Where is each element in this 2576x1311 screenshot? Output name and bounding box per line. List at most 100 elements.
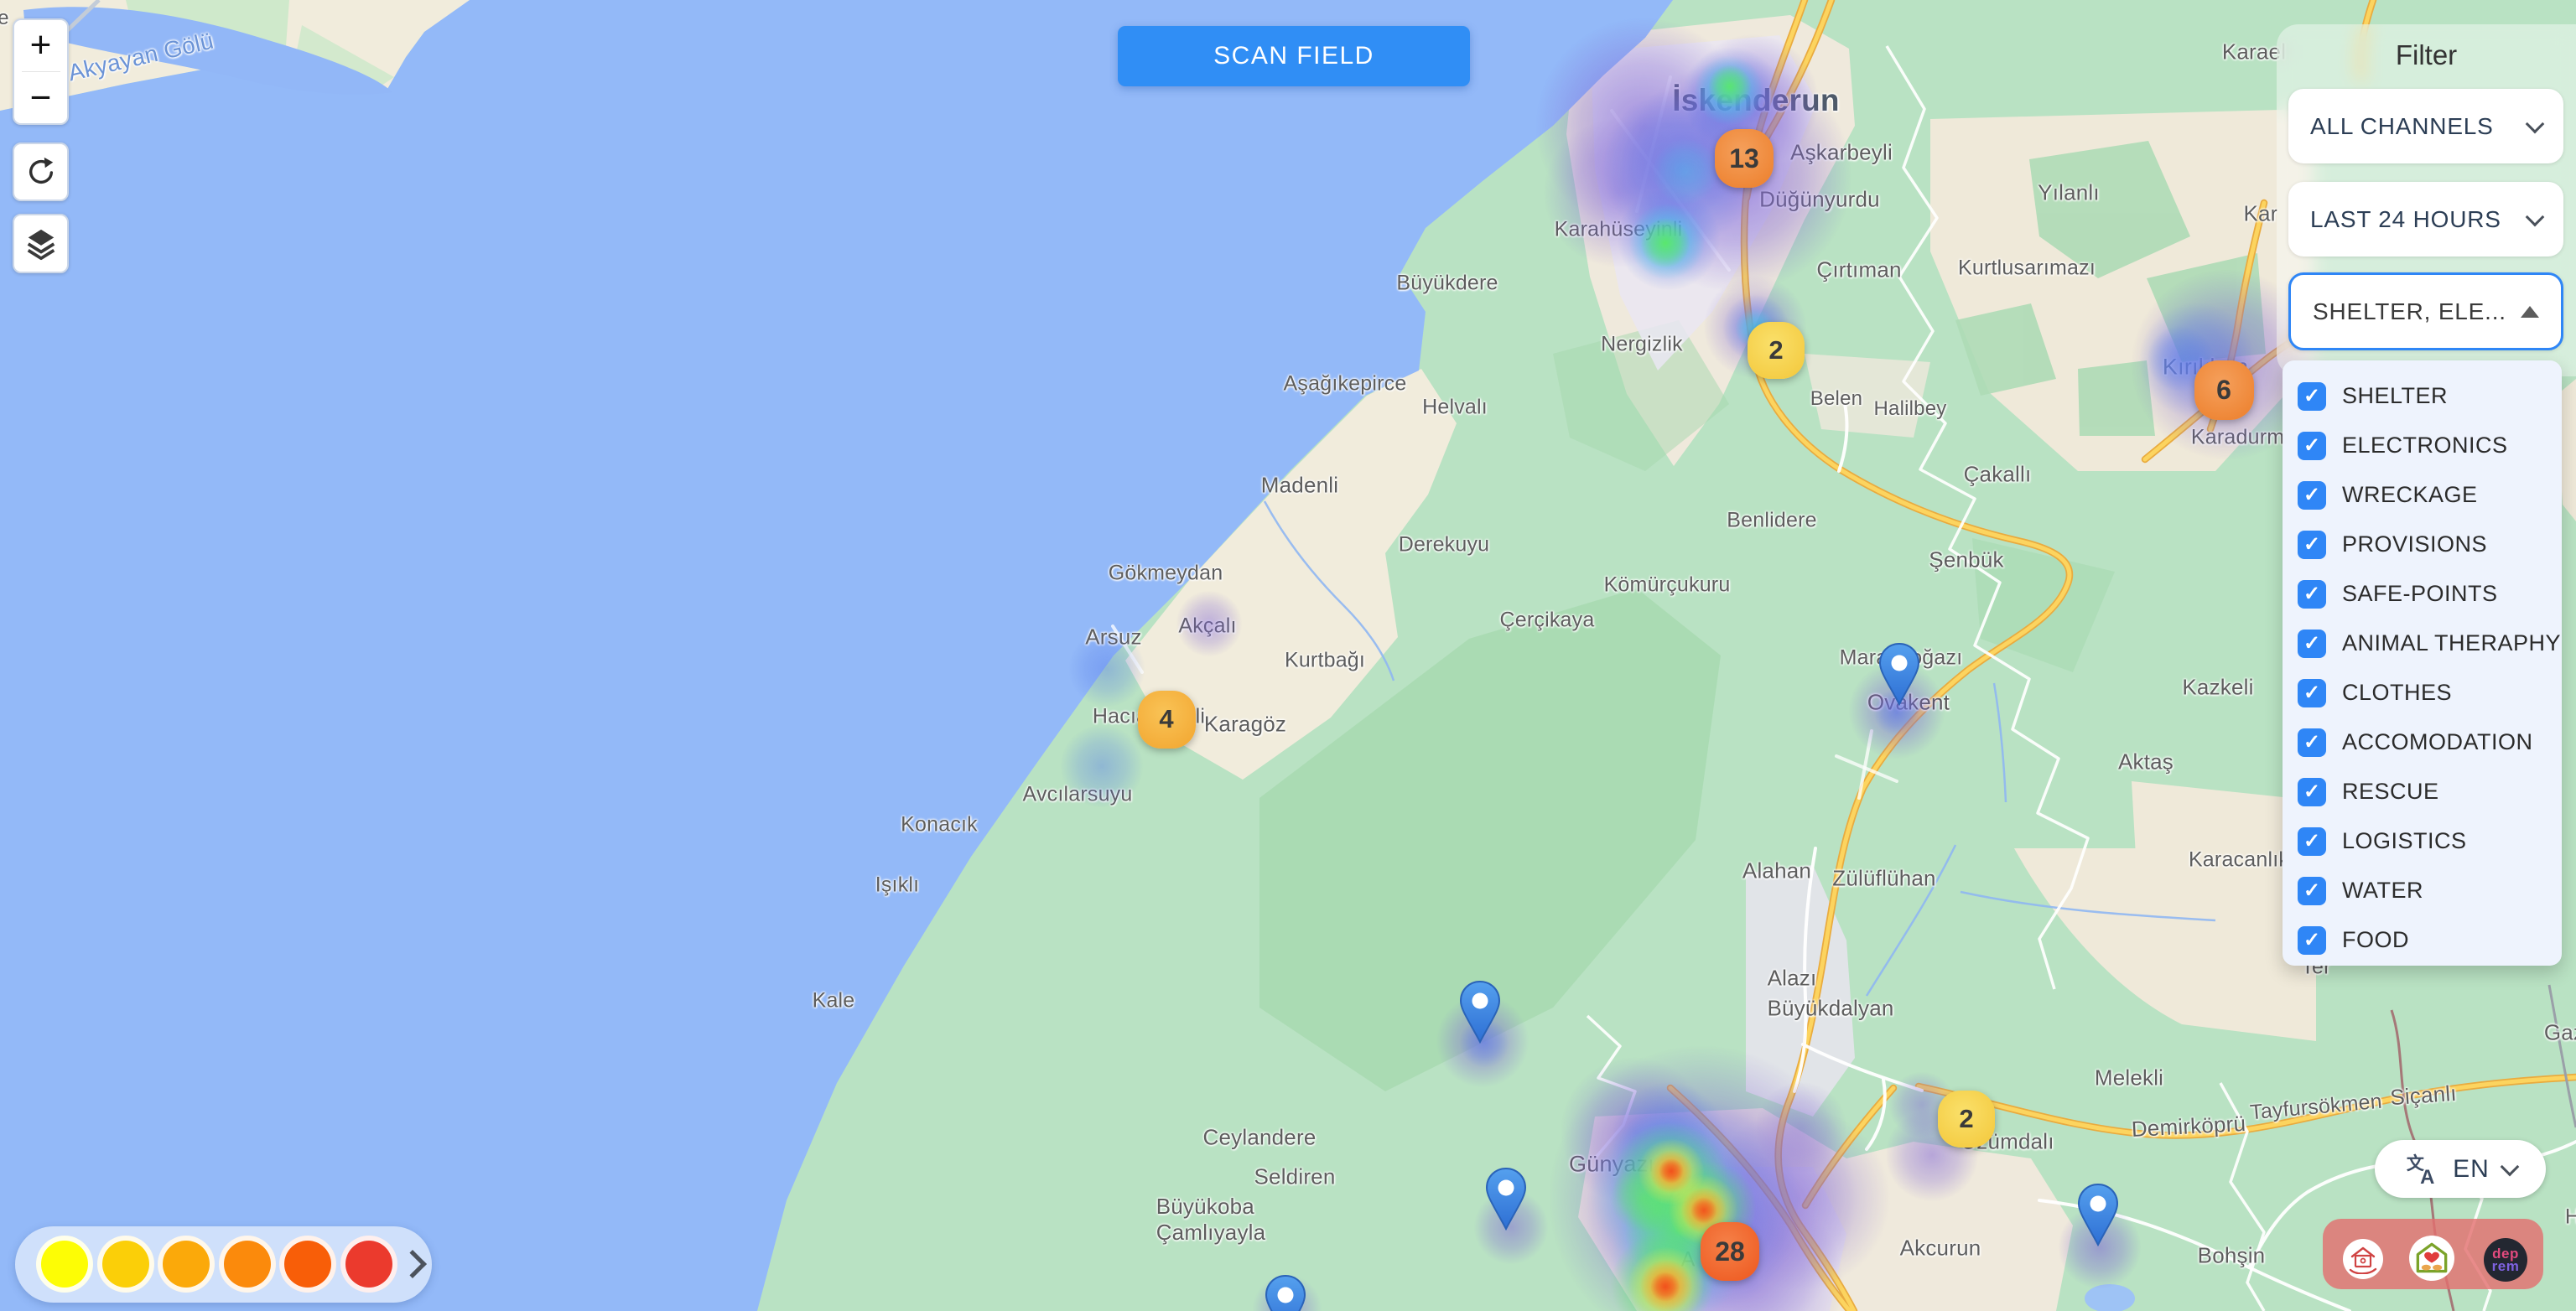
cluster-marker[interactable]: 2 <box>1748 322 1805 379</box>
legend-color-circle <box>36 1236 93 1293</box>
time-range-dropdown[interactable]: LAST 24 HOURS <box>2288 182 2563 256</box>
channels-dropdown-value: ALL CHANNELS <box>2310 113 2494 140</box>
map-label: Avcılarsuyu <box>1023 783 1133 807</box>
legend-color-circle <box>97 1236 154 1293</box>
map-label: Düğünyurdu <box>1759 187 1880 213</box>
deprem-logo-line2: rem <box>2492 1260 2520 1272</box>
map-label: Alahan <box>1742 858 1811 884</box>
map-label: Aşağıkepirce <box>1284 372 1407 396</box>
filter-category-label: FOOD <box>2342 927 2409 953</box>
checkbox-shelter[interactable]: ✓ <box>2298 382 2326 411</box>
filter-category-label: RESCUE <box>2342 779 2439 805</box>
layers-icon <box>24 226 58 262</box>
filter-category-label: LOGISTICS <box>2342 828 2467 854</box>
map-label: Karagöz <box>1204 712 1286 738</box>
map-pin[interactable] <box>2077 1183 2119 1251</box>
refresh-button[interactable] <box>13 142 69 201</box>
filter-category-label: SAFE-POINTS <box>2342 581 2498 607</box>
map-pin[interactable] <box>1459 980 1501 1048</box>
checkbox-accomodation[interactable]: ✓ <box>2298 728 2326 757</box>
cluster-marker[interactable]: 4 <box>1138 691 1196 749</box>
map-pin[interactable] <box>1265 1274 1306 1311</box>
zoom-out-button[interactable]: − <box>14 72 67 123</box>
filter-category-row[interactable]: ✓ LOGISTICS <box>2298 816 2562 866</box>
legend-color-circle <box>158 1236 215 1293</box>
house-heart-icon[interactable] <box>2409 1236 2454 1281</box>
map-label: Ceylandere <box>1203 1125 1317 1151</box>
checkbox-rescue[interactable]: ✓ <box>2298 778 2326 806</box>
map-label: Belen <box>1810 387 1862 411</box>
map-pin[interactable] <box>1485 1167 1527 1235</box>
map-canvas[interactable]: eAkyayan GölüİskenderunAşkarbeyliDüğünyu… <box>0 0 2576 1311</box>
map-label: Helvalı <box>1422 396 1488 420</box>
language-code: EN <box>2453 1155 2490 1184</box>
filter-category-row[interactable]: ✓SHELTER <box>2298 371 2562 421</box>
filter-category-row[interactable]: ✓ RESCUE <box>2298 767 2562 816</box>
filter-category-row[interactable]: ✓ WRECKAGE <box>2298 470 2562 520</box>
map-label: Alazı <box>1768 966 1817 992</box>
cluster-marker[interactable]: 6 <box>2194 360 2254 420</box>
map-label: Gaz <box>2544 1020 2576 1046</box>
legend-expand-chevron-icon[interactable] <box>398 1250 427 1278</box>
map-pin[interactable] <box>1878 642 1920 710</box>
filter-category-label: PROVISIONS <box>2342 531 2487 557</box>
checkbox-electronics[interactable]: ✓ <box>2298 432 2326 460</box>
map-label: Seldiren <box>1254 1164 1336 1190</box>
map-label: Bohşin <box>2198 1243 2266 1269</box>
map-label: Işıklı <box>875 873 920 898</box>
channels-dropdown[interactable]: ALL CHANNELS <box>2288 89 2563 163</box>
checkbox-clothes[interactable]: ✓ <box>2298 679 2326 707</box>
house-hand-icon[interactable] <box>2343 1239 2383 1279</box>
map-label: Zülüflühan <box>1832 866 1935 892</box>
deprem-logo[interactable]: dep rem <box>2484 1238 2527 1282</box>
map-label: Nergizlik <box>1601 333 1683 357</box>
layers-button[interactable] <box>13 214 69 273</box>
filter-category-row[interactable]: ✓ ACCOMODATION <box>2298 718 2562 767</box>
filter-category-label: ANIMAL THERAPHY <box>2342 630 2561 656</box>
filter-category-row[interactable]: ✓ SAFE-POINTS <box>2298 569 2562 619</box>
cluster-marker[interactable]: 13 <box>1715 129 1774 188</box>
checkbox-wreckage[interactable]: ✓ <box>2298 481 2326 510</box>
checkbox-safe-points[interactable]: ✓ <box>2298 580 2326 609</box>
category-dropdown[interactable]: SHELTER, ELE... <box>2288 272 2563 350</box>
time-range-dropdown-value: LAST 24 HOURS <box>2310 206 2501 233</box>
checkbox-water[interactable]: ✓ <box>2298 877 2326 905</box>
map-label: Kar <box>2243 201 2277 227</box>
cluster-marker[interactable]: 2 <box>1938 1091 1995 1148</box>
checkbox-logistics[interactable]: ✓ <box>2298 827 2326 856</box>
refresh-icon <box>25 156 57 188</box>
chevron-up-icon <box>2521 306 2539 318</box>
checkbox-animal-theraphy[interactable]: ✓ <box>2298 630 2326 658</box>
map-label: Konacık <box>901 813 978 837</box>
filter-category-row[interactable]: ✓ CLOTHES <box>2298 668 2562 718</box>
map-label: Madenli <box>1261 473 1338 499</box>
filter-category-label: CLOTHES <box>2342 680 2452 706</box>
map-label: Halilbey <box>1874 397 1947 421</box>
filter-category-row[interactable]: ✓ ANIMAL THERAPHY <box>2298 619 2562 668</box>
legend-color-circle <box>279 1236 336 1293</box>
checkbox-food[interactable]: ✓ <box>2298 926 2326 955</box>
filter-category-row[interactable]: ✓WATER <box>2298 866 2562 915</box>
map-label: Büyükoba Çamlıyayla <box>1156 1194 1266 1246</box>
map-label: Büyükdalyan <box>1767 996 1893 1022</box>
map-label: H <box>2565 1205 2576 1230</box>
map-label: Gökmeydan <box>1109 562 1223 586</box>
checkbox-provisions[interactable]: ✓ <box>2298 531 2326 559</box>
filter-category-row[interactable]: ✓ PROVISIONS <box>2298 520 2562 569</box>
filter-category-label: WRECKAGE <box>2342 482 2478 508</box>
map-label: Kömürçukuru <box>1604 573 1731 598</box>
language-selector[interactable]: 文 A EN <box>2375 1140 2546 1198</box>
filter-category-label: ELECTRONICS <box>2342 433 2508 459</box>
map-label: Melekli <box>2095 1065 2163 1091</box>
filter-category-row[interactable]: ✓ FOOD <box>2298 915 2562 965</box>
map-label: Yılanlı <box>2038 180 2100 206</box>
map-label: Çırtıman <box>1816 257 1901 283</box>
filter-title: Filter <box>2277 39 2576 71</box>
scan-field-button[interactable]: SCAN FIELD <box>1118 26 1470 86</box>
zoom-in-button[interactable]: + <box>14 20 67 71</box>
filter-panel: Filter ALL CHANNELS LAST 24 HOURS SHELTE… <box>2277 24 2576 376</box>
filter-category-row[interactable]: ✓ ELECTRONICS <box>2298 421 2562 470</box>
filter-category-label: ACCOMODATION <box>2342 729 2533 755</box>
map-label: Kazkeli <box>2182 675 2253 701</box>
cluster-marker[interactable]: 28 <box>1701 1222 1759 1281</box>
